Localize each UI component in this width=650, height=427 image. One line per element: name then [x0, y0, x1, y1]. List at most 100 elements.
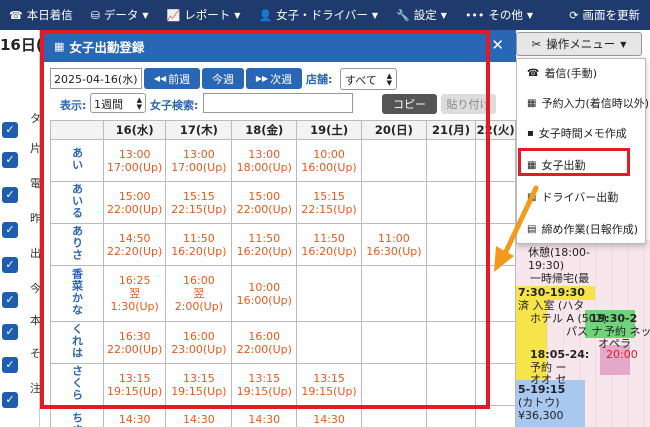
shift-cell[interactable]	[475, 321, 516, 364]
shift-cell[interactable]	[425, 405, 477, 427]
shift-cell[interactable]: 11:50 16:20(Up)	[231, 223, 298, 266]
shift-cell[interactable]: 16:00 22:00(Up)	[231, 321, 298, 364]
display-period-select[interactable]: 1週間 ▲ ▼	[90, 93, 146, 113]
staff-name-cell[interactable]: ありさ	[50, 223, 104, 266]
menu-item-incoming-manual[interactable]: ☎ 着信(手動)	[527, 65, 597, 81]
shift-cell[interactable]: 14:3021:00(Up)	[165, 405, 233, 427]
shift-cell[interactable]: 10:00 16:00(Up)	[231, 265, 298, 322]
shift-cell[interactable]	[425, 139, 477, 182]
close-icon[interactable]: ✕	[491, 36, 504, 54]
shift-cell[interactable]	[475, 405, 516, 427]
shift-cell[interactable]	[425, 265, 477, 322]
staff-name-cell[interactable]: ちさ	[50, 405, 104, 427]
nav-settings[interactable]: 🔧 設定 ▼	[387, 0, 456, 30]
date-input[interactable]: 2025-04-16(水)	[50, 68, 142, 89]
operations-menu-button[interactable]: ✂ 操作メニュー ▼	[516, 32, 642, 56]
nav-data[interactable]: ⛁ データ ▼	[82, 0, 158, 30]
row-checkbox[interactable]: ✓	[2, 324, 18, 340]
shift-cell[interactable]	[360, 321, 427, 364]
shift-cell[interactable]: 11:00 16:30(Up)	[360, 223, 427, 266]
shift-cell[interactable]: 14:3021:00(Up)	[102, 405, 167, 427]
shift-time: 19:15(Up)	[171, 384, 227, 398]
user-icon: 👤	[258, 8, 273, 22]
store-select[interactable]: すべて ▲ ▼	[340, 68, 397, 90]
shift-cell[interactable]	[425, 363, 477, 406]
staff-name-cell[interactable]: あい	[50, 139, 104, 182]
nav-label: その他	[488, 8, 523, 22]
shift-cell[interactable]: 16:00 翌 2:00(Up)	[165, 265, 233, 322]
shift-cell[interactable]: 13:15 19:15(Up)	[296, 363, 362, 406]
shift-cell[interactable]: 13:00 17:00(Up)	[102, 139, 167, 182]
staff-name-cell[interactable]: あいる	[50, 181, 104, 224]
shift-time: 22:00(Up)	[236, 342, 292, 356]
shift-cell[interactable]: 16:00 23:00(Up)	[165, 321, 233, 364]
row-checkbox[interactable]: ✓	[2, 222, 18, 238]
shift-cell[interactable]	[475, 139, 516, 182]
shift-cell[interactable]: 13:15 19:15(Up)	[231, 363, 298, 406]
staff-name: ありさ	[70, 225, 84, 261]
row-checkbox[interactable]: ✓	[2, 392, 18, 408]
nav-report[interactable]: 📈 レポート ▼	[158, 0, 250, 30]
row-checkbox[interactable]: ✓	[2, 357, 18, 373]
shift-cell[interactable]: 10:00 16:00(Up)	[296, 139, 362, 182]
next-week-button[interactable]: ▶▶ 次週	[246, 68, 302, 89]
menu-item-reservation-input[interactable]: ▦ 予約入力(着信時以外)	[527, 95, 649, 111]
shift-cell[interactable]: 15:15 22:15(Up)	[165, 181, 233, 224]
shift-cell[interactable]	[360, 181, 427, 224]
table-row: くれは 16:30 22:00(Up) 16:00 23:00(Up) 16:00 22:0…	[50, 321, 516, 364]
shift-cell[interactable]: 16:30 22:00(Up)	[102, 321, 167, 364]
shift-cell[interactable]	[425, 321, 477, 364]
refresh-button[interactable]: ⟳ 画面を更新	[560, 0, 650, 30]
phone-icon: ☎	[9, 8, 23, 22]
staff-name-cell[interactable]: 香菜かな	[50, 265, 104, 322]
shift-cell[interactable]: 16:25 翌 1:30(Up)	[102, 265, 167, 322]
nav-staff-driver[interactable]: 👤 女子・ドライバー ▼	[249, 0, 387, 30]
this-week-button[interactable]: 今週	[202, 68, 244, 89]
calendar-check-icon: ▦	[527, 97, 537, 109]
shift-cell[interactable]: 15:00 22:00(Up)	[102, 181, 167, 224]
fast-forward-icon: ▶▶	[255, 74, 269, 83]
staff-name-cell[interactable]: くれは	[50, 321, 104, 364]
shift-cell[interactable]: 14:50 22:20(Up)	[102, 223, 167, 266]
chart-icon: 📈	[166, 8, 181, 22]
shift-time: 16:00	[183, 274, 215, 287]
row-checkbox[interactable]: ✓	[2, 187, 18, 203]
shift-cell[interactable]	[425, 181, 477, 224]
prev-week-button[interactable]: ◀◀ 前週	[144, 68, 200, 89]
shift-cell[interactable]: 11:50 16:20(Up)	[165, 223, 233, 266]
menu-item-staff-memo[interactable]: ▪ 女子時間メモ作成	[527, 125, 627, 141]
operations-menu-label: 操作メニュー	[546, 37, 616, 51]
shift-time: 16:00(Up)	[236, 293, 292, 307]
shift-cell[interactable]: 13:15 19:15(Up)	[102, 363, 167, 406]
paste-button[interactable]: 貼り付け	[441, 94, 496, 114]
row-checkbox[interactable]: ✓	[2, 122, 18, 138]
shift-cell[interactable]: 13:15 19:15(Up)	[165, 363, 233, 406]
shift-time: 10:00	[248, 280, 281, 294]
shift-cell[interactable]	[296, 321, 362, 364]
staff-name: あいる	[70, 183, 84, 219]
row-checkbox[interactable]: ✓	[2, 257, 18, 273]
annotation-arrow	[494, 185, 539, 272]
background-text: 20:00	[606, 348, 638, 361]
shift-cell[interactable]	[360, 405, 427, 427]
shift-cell[interactable]	[425, 223, 477, 266]
shift-cell[interactable]	[475, 363, 516, 406]
shift-cell[interactable]	[360, 265, 427, 322]
shift-cell[interactable]: 14:3021:00(Up)	[231, 405, 298, 427]
nav-other[interactable]: ••• その他 ▼	[456, 0, 542, 30]
shift-cell[interactable]: 14:3021:00(Up)	[296, 405, 362, 427]
shift-cell[interactable]	[296, 265, 362, 322]
shift-cell[interactable]: 13:00 18:00(Up)	[231, 139, 298, 182]
shift-cell[interactable]	[360, 363, 427, 406]
shift-cell[interactable]	[360, 139, 427, 182]
row-checkbox[interactable]: ✓	[2, 152, 18, 168]
shift-cell[interactable]: 15:00 22:00(Up)	[231, 181, 298, 224]
shift-cell[interactable]: 15:15 22:15(Up)	[296, 181, 362, 224]
shift-cell[interactable]: 11:50 16:20(Up)	[296, 223, 362, 266]
row-checkbox[interactable]: ✓	[2, 292, 18, 308]
copy-button[interactable]: コピー	[382, 94, 437, 114]
nav-incoming-today[interactable]: ☎ 本日着信	[0, 0, 82, 30]
shift-cell[interactable]: 13:00 17:00(Up)	[165, 139, 233, 182]
staff-search-input[interactable]	[203, 93, 353, 113]
staff-name-cell[interactable]: さくら	[50, 363, 104, 406]
